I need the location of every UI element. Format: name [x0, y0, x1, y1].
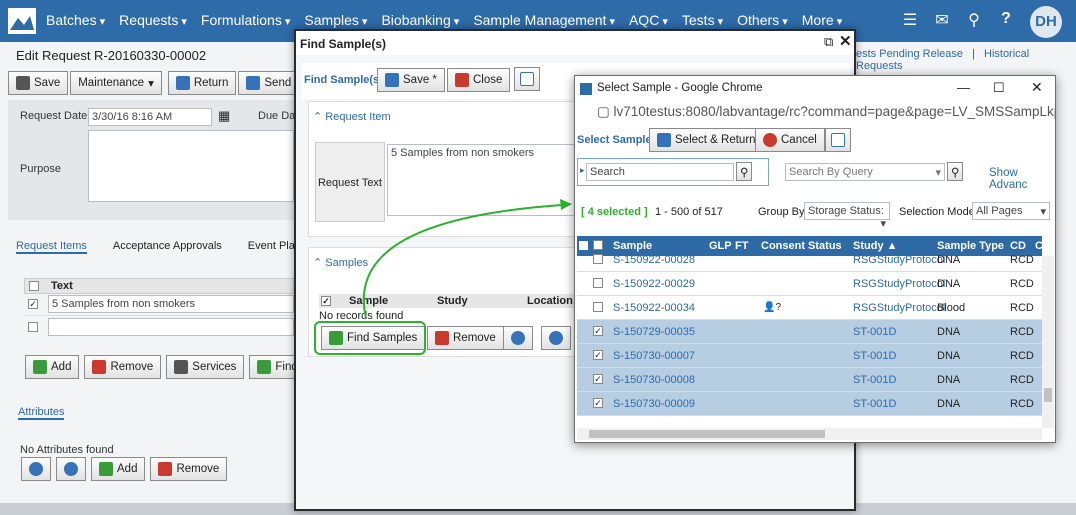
sample-type-cell: DNA — [937, 374, 961, 386]
select-return-button[interactable]: Select & Return — [649, 128, 764, 152]
consent-person-question-icon: 👤? — [763, 302, 782, 313]
sample-type-cell: Blood — [937, 302, 966, 314]
sample-id-link[interactable]: S-150922-00028 — [613, 254, 695, 266]
study-link[interactable]: ST-001D — [853, 398, 896, 410]
select-return-icon — [657, 133, 671, 147]
chrome-title-bar: Select Sample - Google Chrome — [575, 76, 1055, 102]
cd-cell: RCD — [1010, 254, 1034, 266]
selected-count: [ 4 selected ] — [581, 206, 648, 218]
search-box: ▸ Search ⚲ — [577, 158, 769, 186]
cd-cell: RCD — [1010, 326, 1034, 338]
window-close-icon[interactable]: ✕ — [1031, 79, 1043, 96]
table-row[interactable]: ✓ S-150730-00008 ST-001D DNA RCD — [577, 368, 1042, 392]
search-icon[interactable]: ⚲ — [736, 162, 753, 181]
horizontal-scroll-thumb[interactable] — [589, 430, 825, 438]
sample-type-cell: DNA — [937, 254, 961, 266]
record-range: 1 - 500 of 517 — [655, 206, 723, 218]
study-link[interactable]: RSGStudyProtocol — [853, 278, 945, 290]
cd-cell: RCD — [1010, 302, 1034, 314]
row-checkbox[interactable]: ✓ — [593, 374, 603, 384]
group-by-select[interactable]: Storage Status: ▾ — [804, 202, 890, 230]
sample-id-link[interactable]: S-150730-00008 — [613, 374, 695, 386]
study-link[interactable]: ST-001D — [853, 350, 896, 362]
sample-type-cell: DNA — [937, 398, 961, 410]
sample-id-link[interactable]: S-150729-00035 — [613, 326, 695, 338]
minimize-icon[interactable]: — — [957, 80, 970, 95]
selection-mode-label: Selection Mode — [899, 206, 975, 218]
table-row[interactable]: S-150922-00028 RSGStudyProtocol DNA RCD — [577, 248, 1042, 272]
restore-icon[interactable]: ☐ — [993, 80, 1005, 96]
chrome-toolbar: Select Sample Select & Return Cancel — [577, 126, 1049, 154]
table-row[interactable]: S-150922-00034 👤? RSGStudyProtocol Blood RCD — [577, 296, 1042, 320]
row-checkbox[interactable]: ✓ — [593, 350, 603, 360]
sample-type-cell: DNA — [937, 278, 961, 290]
search-by-query-select[interactable]: Search By Query ▾ — [785, 163, 945, 181]
group-by-label: Group By — [758, 206, 805, 218]
cd-cell: RCD — [1010, 278, 1034, 290]
expand-icon[interactable]: ▸ — [580, 165, 585, 176]
sample-id-link[interactable]: S-150730-00007 — [613, 350, 695, 362]
table-row[interactable]: ✓ S-150730-00009 ST-001D DNA RCD — [577, 392, 1042, 416]
table-row[interactable]: ✓ S-150730-00007 ST-001D DNA RCD — [577, 344, 1042, 368]
horizontal-scrollbar[interactable] — [577, 428, 1042, 440]
sample-id-link[interactable]: S-150730-00009 — [613, 398, 695, 410]
study-link[interactable]: ST-001D — [853, 374, 896, 386]
study-link[interactable]: RSGStudyProtocol — [853, 302, 945, 314]
row-checkbox[interactable]: ✓ — [593, 326, 603, 336]
cd-cell: RCD — [1010, 350, 1034, 362]
row-checkbox[interactable] — [593, 302, 603, 312]
address-bar[interactable]: ▢ lv710testus:8080/labvantage/rc?command… — [575, 102, 1055, 124]
query-search-icon[interactable]: ⚲ — [947, 162, 964, 181]
sample-id-link[interactable]: S-150922-00029 — [613, 278, 695, 290]
sample-id-link[interactable]: S-150922-00034 — [613, 302, 695, 314]
sample-type-cell: DNA — [937, 350, 961, 362]
cd-cell: RCD — [1010, 398, 1034, 410]
row-checkbox[interactable] — [593, 278, 603, 288]
url-text: lv710testus:8080/labvantage/rc?command=p… — [613, 104, 1055, 119]
notes-button[interactable] — [825, 128, 851, 152]
row-checkbox[interactable]: ✓ — [593, 398, 603, 408]
chrome-breadcrumb: Select Sample — [577, 134, 652, 146]
cancel-button[interactable]: Cancel — [755, 128, 825, 152]
app-favicon-icon — [580, 83, 592, 95]
vertical-scroll-thumb[interactable] — [1044, 388, 1052, 402]
lock-page-icon: ▢ — [597, 104, 614, 119]
study-link[interactable]: ST-001D — [853, 326, 896, 338]
row-checkbox[interactable] — [593, 254, 603, 264]
select-sample-window: Select Sample - Google Chrome — ☐ ✕ ▢ lv… — [574, 75, 1056, 443]
selection-mode-select[interactable]: All Pages ▾ — [972, 202, 1050, 220]
table-row[interactable]: ✓ S-150729-00035 ST-001D DNA RCD — [577, 320, 1042, 344]
cd-cell: RCD — [1010, 374, 1034, 386]
table-row[interactable]: S-150922-00029 RSGStudyProtocol DNA RCD — [577, 272, 1042, 296]
study-link[interactable]: RSGStudyProtocol — [853, 254, 945, 266]
sample-type-cell: DNA — [937, 326, 961, 338]
chrome-title: Select Sample - Google Chrome — [597, 82, 763, 94]
vertical-scrollbar[interactable] — [1042, 256, 1054, 428]
show-advanced-link[interactable]: Show Advanc — [989, 167, 1055, 191]
cancel-icon — [763, 133, 777, 147]
notes-icon — [831, 133, 845, 147]
search-input[interactable]: Search — [586, 163, 734, 181]
